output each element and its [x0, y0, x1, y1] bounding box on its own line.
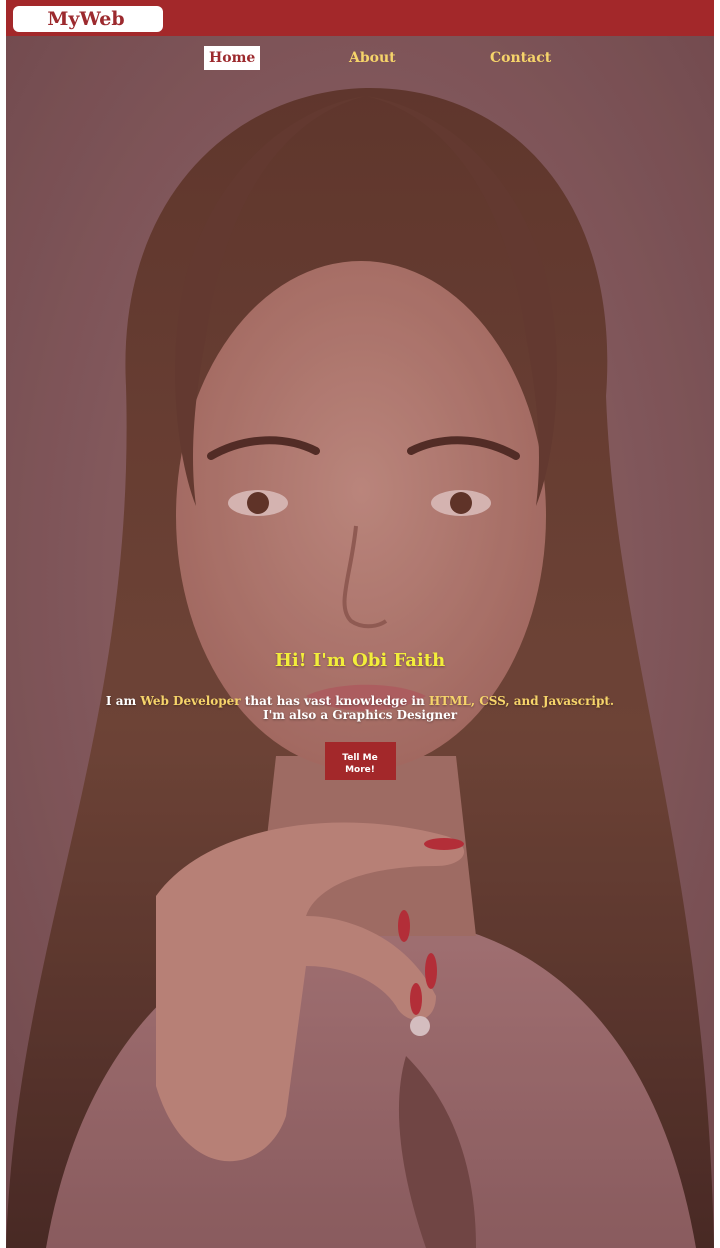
- intro-prefix: I am: [105, 694, 141, 708]
- hero-greeting: Hi! I'm Obi Faith: [274, 650, 446, 671]
- top-bar: MyWeb: [6, 0, 714, 36]
- intro-skills: HTML, CSS, and Javascript.: [428, 694, 615, 708]
- hero-overlay: [6, 36, 714, 1248]
- nav-contact[interactable]: Contact: [485, 46, 556, 70]
- nav-home[interactable]: Home: [204, 46, 261, 70]
- intro-line2: I'm also a Graphics Designer: [262, 708, 458, 722]
- hero-section: [6, 36, 714, 1248]
- nav-about[interactable]: About: [344, 46, 401, 70]
- hero-intro: I am Web Developer that has vast knowled…: [100, 694, 620, 722]
- site-logo[interactable]: MyWeb: [13, 6, 163, 32]
- main-nav: Home About Contact: [6, 46, 714, 72]
- intro-role: Web Developer: [140, 694, 241, 708]
- tell-me-more-button[interactable]: Tell Me More!: [324, 742, 396, 780]
- intro-middle: that has vast knowledge in: [240, 694, 429, 708]
- page: MyWeb Home About Contact Hi! I'm Obi Fai…: [6, 0, 714, 1248]
- hero-text: Hi! I'm Obi Faith I am Web Developer tha…: [6, 648, 714, 780]
